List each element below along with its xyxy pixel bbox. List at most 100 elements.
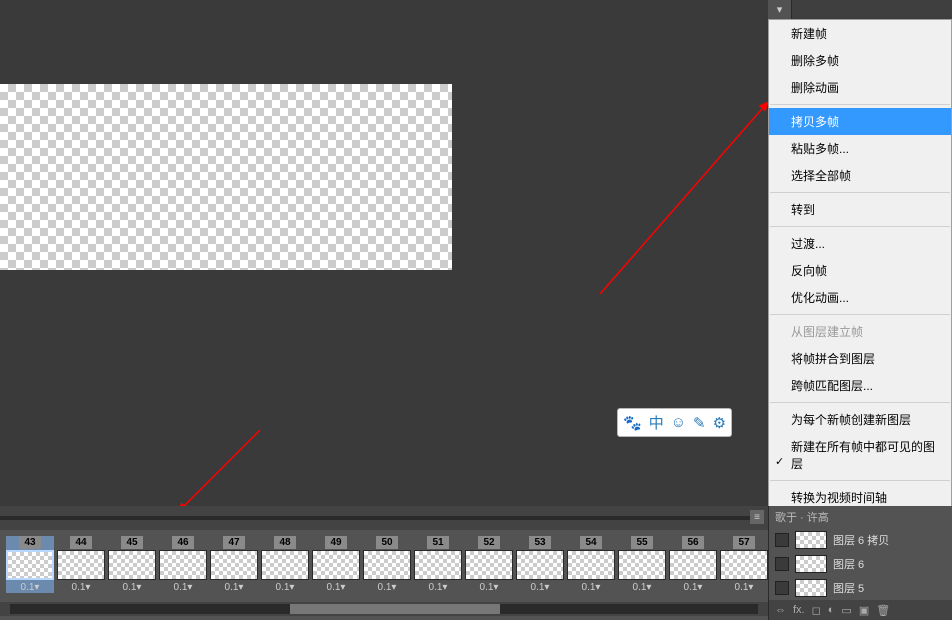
visibility-toggle[interactable] [775,533,789,547]
menu-item[interactable]: 反向帧 [769,257,951,284]
layer-name: 图层 6 拷贝 [833,532,889,548]
frame[interactable]: 48 0.1▾ [261,536,309,593]
menu-item[interactable]: 过渡... [769,230,951,257]
group-icon[interactable]: ▭ [841,604,851,617]
frame[interactable]: 56 0.1▾ [669,536,717,593]
scroll-thumb[interactable] [290,604,500,614]
tab-button[interactable]: ▾ [768,0,792,19]
frame[interactable]: 530.1▾ [516,536,564,593]
canvas-checker[interactable] [0,84,452,270]
frame[interactable]: 500.1▾ [363,536,411,593]
paw-icon[interactable]: 🐾 [623,412,642,433]
right-tab-strip: ▾ [768,0,952,19]
frame-delay[interactable]: 0.1▾ [465,582,513,593]
frame-number: 49 [325,536,347,549]
frame[interactable]: 470.1▾ [210,536,258,593]
frame-number: 48 [274,536,296,549]
trash-icon[interactable]: 🗑 [876,604,890,617]
cn-char-button[interactable]: 中 [649,412,664,433]
frame-delay[interactable]: 0.1▾ [261,582,309,593]
frame-thumb [669,550,717,580]
menu-item[interactable]: 转到 [769,196,951,223]
frame-delay[interactable]: 0.1▾ [210,582,258,593]
layers-panel: 歌于 · 许高 图层 6 拷贝图层 6 图层 5 ⇔ fx. ◻ ◐ ▭ ▣ 🗑 [768,506,952,620]
menu-item[interactable]: 跨帧匹配图层... [769,372,951,399]
frame-delay[interactable]: 0.1▾ [312,582,360,593]
menu-item[interactable]: 选择全部帧 [769,162,951,189]
menu-separator [770,104,950,105]
frame-number: 46 [172,536,194,549]
visibility-toggle[interactable] [775,557,789,571]
frame[interactable]: 540.1▾ [567,536,615,593]
smile-icon[interactable]: ☺ [671,412,686,433]
frame-number: 55 [631,536,653,549]
frame-thumb [261,550,309,580]
frame-delay[interactable]: 0.1▾ [414,582,462,593]
menu-item[interactable]: 为每个新帧创建新图层 [769,406,951,433]
frame[interactable]: 52 0.1▾ [465,536,513,593]
menu-item[interactable]: 新建帧 [769,20,951,47]
frame-number: 44 [70,536,92,549]
menu-item[interactable]: 优化动画... [769,284,951,311]
frame-delay[interactable]: 0.1▾ [567,582,615,593]
layers-header: 歌于 · 许高 [769,506,952,528]
frame-delay[interactable]: 0.1▾ [618,582,666,593]
frame-thumb [414,550,462,580]
frame[interactable]: 46 0.1▾ [159,536,207,593]
layer-row[interactable]: 图层 5 [769,576,952,600]
frame-delay[interactable]: 0.1▾ [108,582,156,593]
frame[interactable]: 430.1▾ [6,536,54,593]
frame[interactable]: 49 0.1▾ [312,536,360,593]
frame-delay[interactable]: 0.1▾ [159,582,207,593]
menu-separator [770,192,950,193]
visibility-toggle[interactable] [775,581,789,595]
layer-thumb [795,531,827,549]
frame[interactable]: 44 0.1▾ [57,536,105,593]
frame[interactable]: 51 0.1▾ [414,536,462,593]
mask-icon[interactable]: ◻ [812,604,821,617]
layer-row[interactable]: 图层 6 [769,552,952,576]
pencil-icon[interactable]: ✎ [693,412,706,433]
frame-thumb [6,550,54,580]
frame-delay[interactable]: 0.1▾ [669,582,717,593]
frame-thumb [720,550,768,580]
frame-thumb [312,550,360,580]
link-layers-icon[interactable]: ⇔ [775,604,786,616]
check-icon: ✓ [775,455,784,468]
timeline-menu-icon[interactable]: ≡ [750,510,764,524]
menu-item[interactable]: 新建在所有帧中都可见的图层✓ [769,433,951,477]
frame-delay[interactable]: 0.1▾ [57,582,105,593]
timeline-header-bar [0,516,760,520]
menu-item[interactable]: 删除动画 [769,74,951,101]
layer-name: 图层 6 [833,556,864,572]
new-layer-icon[interactable]: ▣ [859,604,869,617]
scroll-track[interactable] [10,604,758,614]
timeline-scrollbar [0,602,768,616]
menu-item[interactable]: 拷贝多帧 [769,108,951,135]
frame-number: 56 [682,536,704,549]
menu-separator [770,314,950,315]
menu-separator [770,402,950,403]
frame-delay[interactable]: 0.1▾ [516,582,564,593]
frame-thumb [465,550,513,580]
frame-delay[interactable]: 0.1▾ [363,582,411,593]
layer-row[interactable]: 图层 6 拷贝 [769,528,952,552]
adjustment-icon[interactable]: ◐ [828,604,835,616]
timeline-panel: ≡ 430.1▾440.1▾450.1▾460.1▾470.1▾480.1▾49… [0,506,768,620]
menu-item[interactable]: 删除多帧 [769,47,951,74]
frame-thumb [618,550,666,580]
menu-item[interactable]: 将帧拼合到图层 [769,345,951,372]
frame-number: 51 [427,536,449,549]
frame-delay[interactable]: 0.1▾ [720,582,768,593]
layer-thumb [795,579,827,597]
frame[interactable]: 55 0.1▾ [618,536,666,593]
fx-icon[interactable]: fx. [793,604,805,616]
frame-number: 52 [478,536,500,549]
menu-item[interactable]: 粘贴多帧... [769,135,951,162]
frame[interactable]: 450.1▾ [108,536,156,593]
frame-thumb [363,550,411,580]
frame[interactable]: 570.1▾ [720,536,768,593]
layer-thumb [795,555,827,573]
gear-icon[interactable]: ⚙ [713,412,726,433]
frame-delay[interactable]: 0.1▾ [6,582,54,593]
